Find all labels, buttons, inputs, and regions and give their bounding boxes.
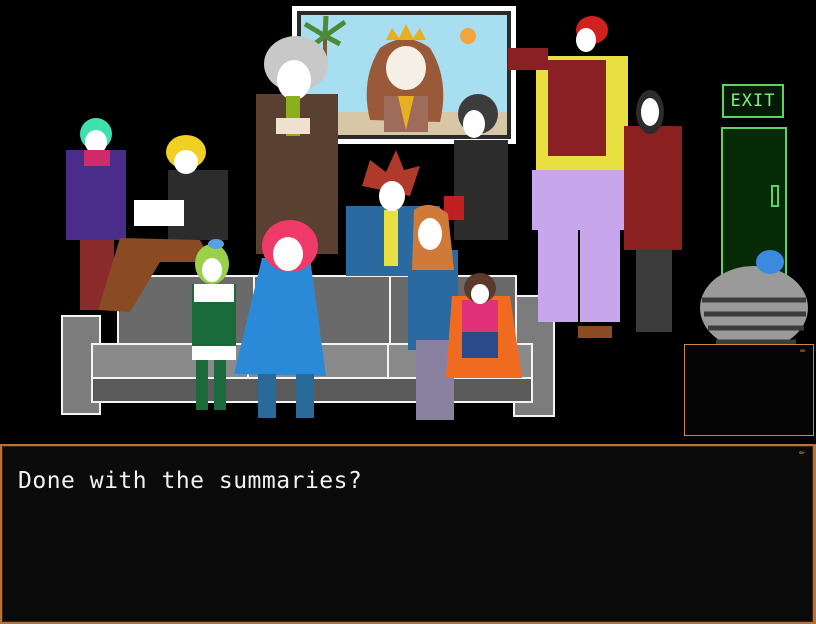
corner-ornament-icon: ✏ xyxy=(800,345,807,356)
dialogue-box[interactable]: ✏ Done with the summaries? xyxy=(0,444,816,624)
side-panel-box: ✏ xyxy=(684,344,814,436)
character-tall-redhead xyxy=(508,16,630,338)
game-scene: EXIT ✏ xyxy=(0,0,816,440)
character-red-dress xyxy=(624,90,682,332)
dialogue-text: Done with the summaries? xyxy=(18,468,363,494)
corner-ornament-icon: ✏ xyxy=(799,447,806,458)
exit-sign: EXIT xyxy=(722,84,784,118)
